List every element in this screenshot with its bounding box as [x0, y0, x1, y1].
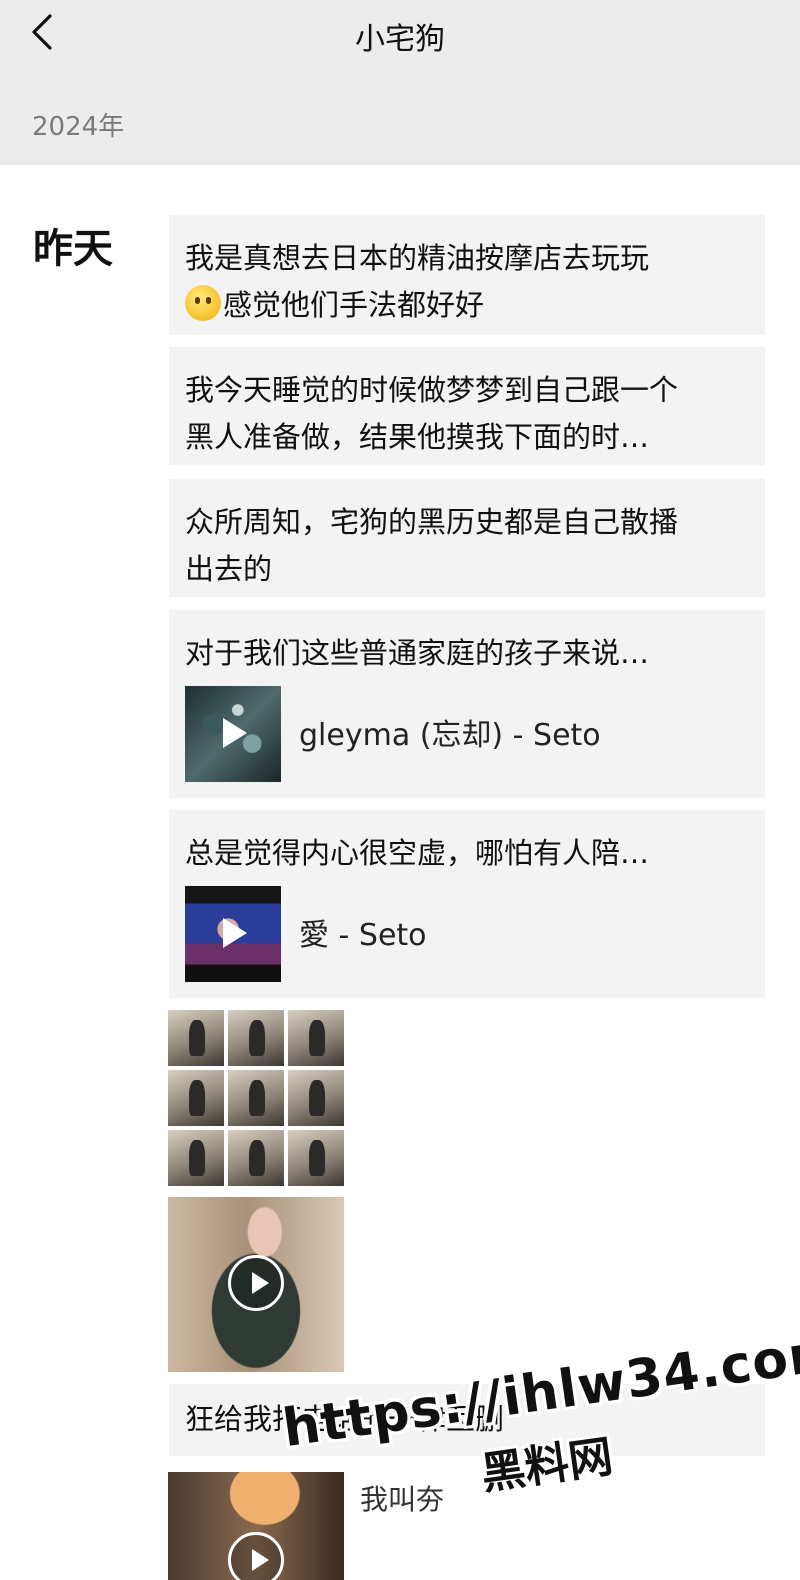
post-text: 众所周知，宅狗的黑历史都是自己散播 出去的: [185, 505, 679, 586]
photo-thumbnail[interactable]: [288, 1130, 344, 1186]
photo-thumbnail[interactable]: [228, 1070, 284, 1126]
post-text: 感觉他们手法都好好: [223, 288, 485, 322]
photo-thumbnail[interactable]: [168, 1070, 224, 1126]
photo-thumbnail[interactable]: [288, 1070, 344, 1126]
play-icon: [223, 918, 247, 948]
music-share[interactable]: 愛 - Seto: [185, 886, 745, 982]
date-label: 昨天: [33, 226, 113, 272]
photo-thumbnail[interactable]: [288, 1010, 344, 1066]
post-caption: 我叫夯: [360, 1483, 445, 1516]
post-text: 我是真想去日本的精油按摩店去玩玩: [185, 241, 650, 275]
photo-grid[interactable]: [168, 1010, 344, 1186]
photo-thumbnail[interactable]: [228, 1130, 284, 1186]
page-title: 小宅狗: [355, 22, 445, 57]
music-cover: [185, 686, 281, 782]
video-thumbnail[interactable]: [168, 1472, 344, 1580]
photo-thumbnail[interactable]: [168, 1130, 224, 1186]
top-bar: 小宅狗 2024年: [0, 0, 800, 165]
video-thumbnail[interactable]: [168, 1197, 344, 1372]
photo-thumbnail[interactable]: [168, 1010, 224, 1066]
post-text: 对于我们这些普通家庭的孩子来说…: [185, 636, 650, 670]
moment-post[interactable]: 众所周知，宅狗的黑历史都是自己散播 出去的: [169, 479, 765, 597]
moment-post-music[interactable]: 对于我们这些普通家庭的孩子来说… gleyma (忘却) - Seto: [169, 610, 765, 798]
post-text: 狂给我打电话的一律互删: [185, 1402, 505, 1436]
music-title: 愛 - Seto: [299, 918, 427, 953]
year-label: 2024年: [32, 112, 125, 142]
music-share[interactable]: gleyma (忘却) - Seto: [185, 686, 745, 782]
play-circle-icon: [228, 1255, 284, 1311]
music-cover: [185, 886, 281, 982]
post-text: 总是觉得内心很空虚，哪怕有人陪…: [185, 836, 650, 870]
moment-post[interactable]: 我今天睡觉的时候做梦梦到自己跟一个 黑人准备做，结果他摸我下面的时…: [169, 347, 765, 465]
photo-thumbnail[interactable]: [228, 1010, 284, 1066]
moment-post[interactable]: 狂给我打电话的一律互删: [169, 1384, 765, 1456]
moment-post[interactable]: 我是真想去日本的精油按摩店去玩玩 感觉他们手法都好好: [169, 215, 765, 335]
post-text: 我今天睡觉的时候做梦梦到自己跟一个 黑人准备做，结果他摸我下面的时…: [185, 373, 679, 454]
play-circle-icon: [228, 1532, 284, 1580]
music-title: gleyma (忘却) - Seto: [299, 718, 601, 753]
play-icon: [223, 718, 247, 748]
moment-post-music[interactable]: 总是觉得内心很空虚，哪怕有人陪… 愛 - Seto: [169, 810, 765, 998]
smile-emoji-icon: [185, 285, 221, 321]
